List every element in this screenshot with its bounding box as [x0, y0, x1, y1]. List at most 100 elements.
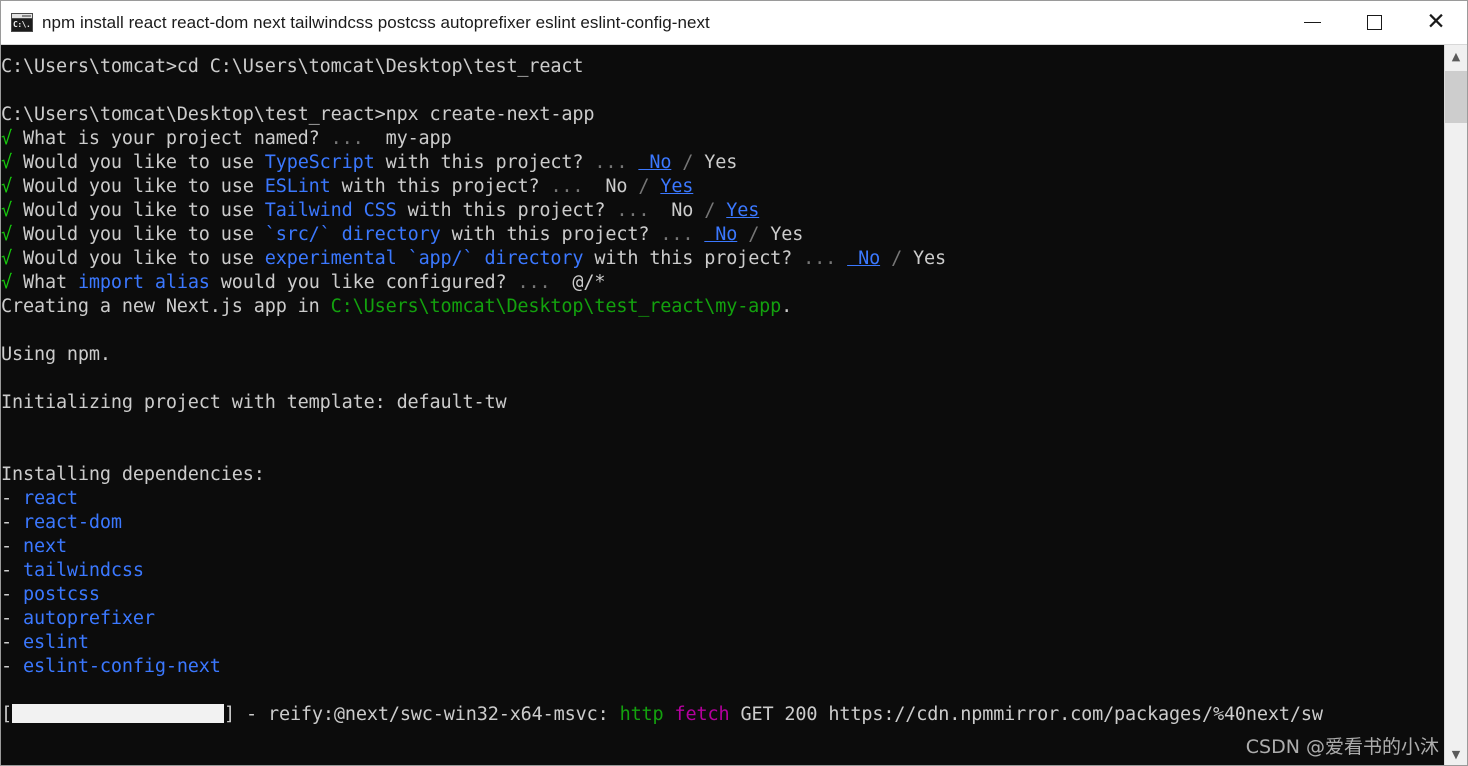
terminal-text: ESLint — [264, 176, 331, 197]
scrollbar-up-arrow-icon[interactable]: ▲ — [1445, 45, 1467, 67]
terminal-text: What is your project named? — [12, 128, 331, 149]
terminal-text: GET 200 https://cdn.npmmirror.com/packag… — [729, 704, 1323, 725]
terminal-text: √ — [1, 152, 12, 173]
terminal-scrollbar[interactable]: ▲ ▼ — [1444, 45, 1467, 765]
terminal-line-blank-2 — [1, 319, 1444, 343]
cmd-window: C:\. npm install react react-dom next ta… — [0, 0, 1468, 766]
close-button[interactable]: ✕ — [1405, 1, 1467, 44]
terminal-progress-line: [] - reify:@next/swc-win32-x64-msvc: htt… — [1, 703, 1444, 727]
minimize-button[interactable] — [1281, 1, 1343, 44]
terminal-line-q-typescript: √ Would you like to use TypeScript with … — [1, 151, 1444, 175]
terminal-line-q-src-dir: √ Would you like to use `src/` directory… — [1, 223, 1444, 247]
terminal-line-blank-3 — [1, 367, 1444, 391]
terminal-text: import alias — [77, 272, 210, 293]
window-title: npm install react react-dom next tailwin… — [42, 12, 710, 32]
terminal-text: No — [847, 248, 881, 269]
terminal-text: ... — [660, 224, 705, 245]
terminal-text: Would you like to use — [12, 224, 265, 245]
terminal-line-dep-eslint: - eslint — [1, 631, 1444, 655]
terminal-text: Creating a new Next.js app in — [1, 296, 331, 317]
terminal-text: next — [22, 536, 67, 557]
terminal-text: - — [1, 584, 23, 605]
progress-bracket-close: ] — [224, 704, 235, 725]
terminal-line-dep-postcss: - postcss — [1, 583, 1444, 607]
terminal-line-creating-app: Creating a new Next.js app in C:\Users\t… — [1, 295, 1444, 319]
maximize-button[interactable] — [1343, 1, 1405, 44]
scrollbar-thumb[interactable] — [1445, 71, 1467, 123]
minimize-icon — [1303, 22, 1321, 23]
terminal-text: . — [781, 296, 793, 317]
terminal-line-q-import-alias: √ What import alias would you like confi… — [1, 271, 1444, 295]
terminal-line-blank-6 — [1, 679, 1444, 703]
terminal-line-dep-next: - next — [1, 535, 1444, 559]
terminal-text: Yes — [770, 224, 804, 245]
terminal-text: postcss — [22, 584, 100, 605]
window-titlebar: C:\. npm install react react-dom next ta… — [1, 1, 1467, 45]
terminal-text: - — [1, 608, 23, 629]
terminal-text: my-app — [374, 128, 452, 149]
terminal-text: √ — [1, 224, 12, 245]
cmd-icon-screen: C:\. — [12, 19, 32, 31]
terminal-text: with this project? — [374, 152, 595, 173]
terminal-text: with this project? — [396, 200, 617, 221]
terminal-text: No — [660, 200, 694, 221]
terminal-text: No — [638, 152, 672, 173]
maximize-icon — [1366, 15, 1382, 30]
progress-bar-fill — [12, 704, 224, 723]
terminal-line-q-app-dir: √ Would you like to use experimental `ap… — [1, 247, 1444, 271]
terminal-text: Would you like to use — [12, 176, 265, 197]
terminal-text: / — [671, 152, 705, 173]
terminal-text: Would you like to use — [12, 200, 265, 221]
progress-bracket-open: [ — [1, 704, 12, 725]
terminal-text: `src/` — [264, 224, 331, 245]
terminal-text: √ — [1, 272, 12, 293]
terminal-line-dep-react-dom: - react-dom — [1, 511, 1444, 535]
terminal-text: ... — [517, 272, 562, 293]
terminal-text: / — [693, 200, 727, 221]
terminal-text: http — [619, 704, 664, 725]
terminal-text: / — [880, 248, 914, 269]
terminal-text: √ — [1, 176, 12, 197]
terminal-text: Initializing project with template: defa… — [1, 392, 507, 413]
terminal-output[interactable]: C:\Users\tomcat>cd C:\Users\tomcat\Deskt… — [1, 45, 1444, 765]
terminal-text: Would you like to use — [12, 248, 265, 269]
terminal-text: Yes — [704, 152, 738, 173]
terminal-text: - — [1, 512, 23, 533]
terminal-text: Tailwind CSS — [264, 200, 397, 221]
terminal-text: experimental `app/` directory — [264, 248, 584, 269]
terminal-text: tailwindcss — [22, 560, 144, 581]
terminal-text: eslint-config-next — [22, 656, 221, 677]
terminal-text: C:\Users\tomcat\Desktop\test_react>npx c… — [1, 104, 595, 125]
terminal-line-blank-1 — [1, 79, 1444, 103]
terminal-text: - — [1, 632, 23, 653]
terminal-text: fetch — [674, 704, 730, 725]
terminal-line-q-eslint: √ Would you like to use ESLint with this… — [1, 175, 1444, 199]
close-icon: ✕ — [1426, 9, 1446, 35]
terminal-text: TypeScript — [264, 152, 375, 173]
terminal-line-dep-react: - react — [1, 487, 1444, 511]
terminal-text: Installing dependencies: — [1, 464, 265, 485]
terminal-text: autoprefixer — [22, 608, 155, 629]
terminal-text: Yes — [913, 248, 947, 269]
terminal-text: ... — [803, 248, 848, 269]
terminal-text: - — [1, 488, 23, 509]
cmd-console-icon: C:\. — [11, 13, 33, 32]
terminal-text: √ — [1, 128, 12, 149]
terminal-text: Yes — [660, 176, 694, 197]
terminal-text: - reify:@next/swc-win32-x64-msvc: — [235, 704, 620, 725]
scrollbar-down-arrow-icon[interactable]: ▼ — [1445, 743, 1467, 765]
terminal-text: ... — [330, 128, 375, 149]
terminal-text: with this project? — [583, 248, 804, 269]
terminal-text: eslint — [22, 632, 89, 653]
terminal-text: √ — [1, 248, 12, 269]
terminal-text: Would you like to use — [12, 152, 265, 173]
terminal-text: ... — [550, 176, 595, 197]
terminal-line-prompt-npx: C:\Users\tomcat\Desktop\test_react>npx c… — [1, 103, 1444, 127]
terminal-text: - — [1, 656, 23, 677]
terminal-text: - — [1, 536, 23, 557]
terminal-text: What — [12, 272, 78, 293]
terminal-text: No — [594, 176, 628, 197]
terminal-text: No — [704, 224, 738, 245]
